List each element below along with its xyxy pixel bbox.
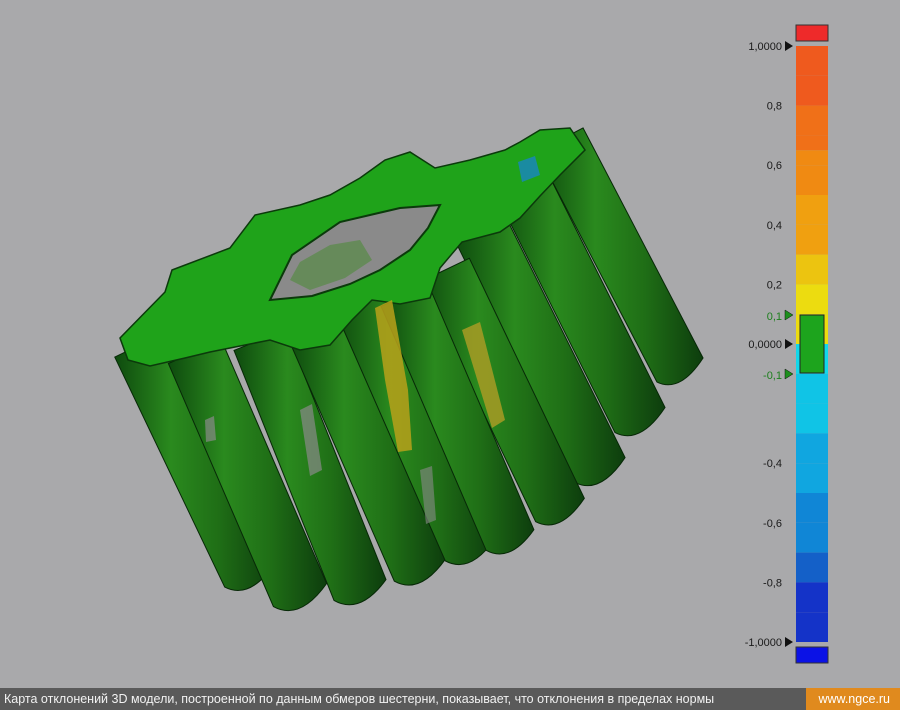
max-marker-icon[interactable]	[785, 41, 793, 51]
scale-tick-label: 0,6	[767, 160, 782, 172]
lower-tolerance-label: -0,1	[763, 370, 782, 382]
scale-band	[796, 582, 828, 613]
gear-model[interactable]	[0, 0, 720, 688]
scale-band	[796, 493, 828, 523]
scale-band	[796, 433, 828, 464]
scale-band	[796, 403, 828, 434]
scale-band	[796, 284, 828, 315]
scale-tick-label: -0,8	[763, 577, 782, 589]
deviation-color-scale: 1,0000 0,1 0,0000 -0,1 -1,0000 0,8 0,6 0,4…	[745, 24, 829, 664]
scale-band	[796, 135, 828, 151]
upper-tolerance-label: 0,1	[767, 311, 782, 323]
site-link[interactable]: www.ngce.ru	[806, 688, 900, 710]
scale-band	[796, 75, 828, 106]
lower-tolerance-marker-icon[interactable]	[784, 368, 794, 380]
caption-text: Карта отклонений 3D модели, построенной …	[4, 692, 715, 706]
scale-band	[796, 165, 828, 195]
scale-band	[796, 612, 828, 642]
caption-bar: Карта отклонений 3D модели, построенной …	[0, 688, 900, 710]
scale-tick-label: 0,8	[767, 101, 782, 113]
scale-tick-label: -0,6	[763, 518, 782, 530]
scale-band	[796, 195, 828, 225]
scale-band	[796, 254, 828, 285]
tolerance-indicator[interactable]	[799, 314, 825, 374]
scale-band	[796, 224, 828, 255]
scale-tick-label: 0,2	[767, 279, 782, 291]
scale-band	[796, 46, 828, 76]
upper-tolerance-marker-icon[interactable]	[784, 309, 794, 321]
scale-tick-label: 0,4	[767, 220, 782, 232]
scale-band	[796, 373, 828, 404]
3d-viewport[interactable]: 1,0000 0,1 0,0000 -0,1 -1,0000 0,8 0,6 0,4…	[0, 0, 900, 688]
scale-band	[796, 552, 828, 583]
under-range-swatch	[795, 646, 829, 664]
zero-marker-icon[interactable]	[785, 339, 793, 349]
over-range-swatch	[795, 24, 829, 42]
scale-zero-label: 0,0000	[748, 339, 782, 351]
scale-band	[796, 522, 828, 553]
scale-tick-label: -0,4	[763, 458, 782, 470]
scale-band	[796, 463, 828, 493]
min-marker-icon[interactable]	[785, 637, 793, 647]
scale-max-label: 1,0000	[748, 41, 782, 53]
scale-min-label: -1,0000	[745, 637, 782, 649]
scale-band	[796, 150, 828, 166]
scale-band	[796, 105, 828, 136]
